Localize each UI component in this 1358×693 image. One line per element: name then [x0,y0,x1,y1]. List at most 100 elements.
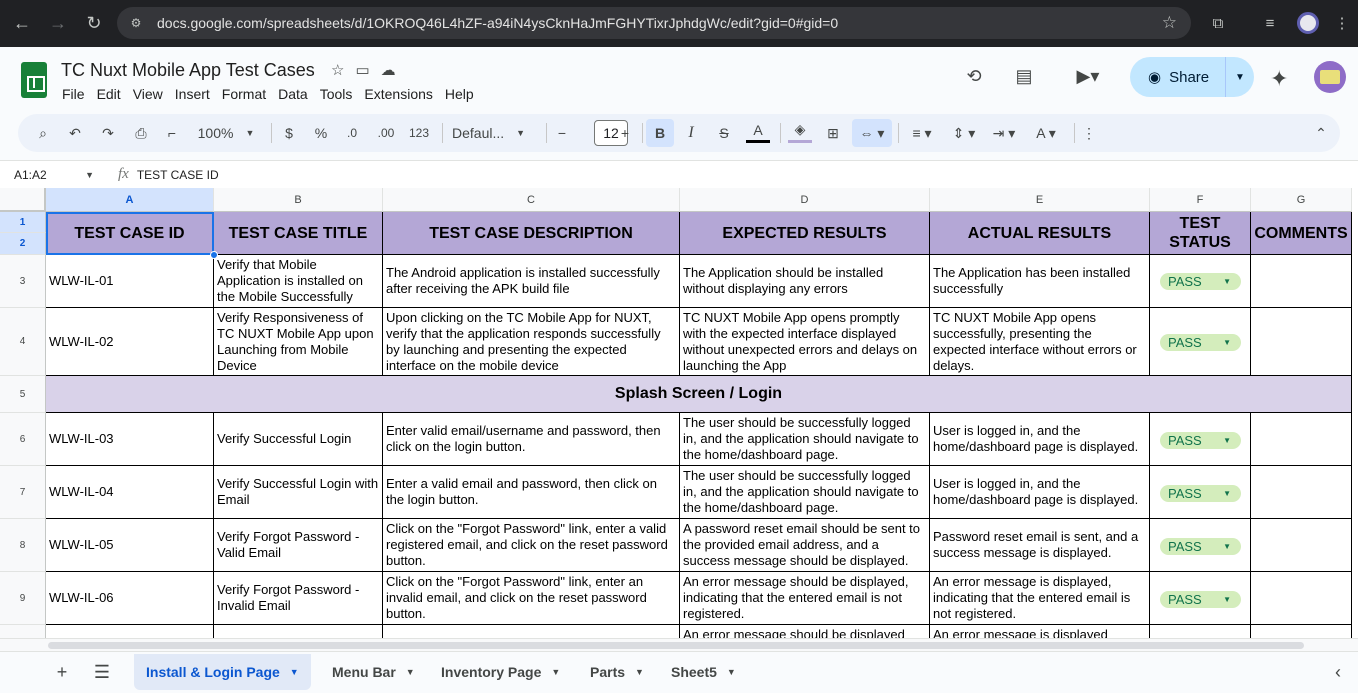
document-title[interactable]: TC Nuxt Mobile App Test Cases [61,60,315,81]
cell-title[interactable]: Verify that Mobile Application is instal… [214,255,383,308]
header-test-status[interactable]: TEST STATUS [1150,212,1251,255]
text-rotation-icon[interactable]: A ▾ [1028,119,1064,147]
cell-id[interactable]: WLW-IL-06 [46,572,214,625]
status-chip[interactable]: PASS ▼ [1160,485,1241,502]
column-header-c[interactable]: C [383,188,680,212]
tab-install-login-page[interactable]: Install & Login Page ▼ [134,654,311,690]
site-settings-icon[interactable]: ⚙ [127,14,145,32]
cell-actual[interactable]: The Application has been installed succe… [930,255,1150,308]
cell-id[interactable]: WLW-IL-03 [46,413,214,466]
section-title[interactable]: Splash Screen / Login [46,376,1352,413]
cell-id[interactable]: WLW-IL-04 [46,466,214,519]
cell-expected[interactable]: TC NUXT Mobile App opens promptly with t… [680,308,930,376]
cell-description[interactable]: Enter valid email/username and password,… [383,413,680,466]
status-chip[interactable]: PASS ▼ [1160,538,1241,555]
currency-format-button[interactable]: $ [280,119,298,147]
column-header-d[interactable]: D [680,188,930,212]
text-color-button[interactable]: A [746,119,770,143]
comments-icon[interactable]: ▤ [1011,63,1037,89]
merge-cells-icon[interactable]: ⇔ ▾ [852,119,892,147]
cell-title[interactable]: Verify Forgot Password - Valid Email [214,519,383,572]
address-bar[interactable]: ⚙ docs.google.com/spreadsheets/d/1OKROQ4… [117,7,1191,39]
meet-icon[interactable]: ▶▾ [1066,63,1110,89]
column-header-g[interactable]: G [1251,188,1352,212]
cell-description[interactable]: Click on the "Forgot Password" link, ent… [383,519,680,572]
cell-expected[interactable]: A password reset email should be sent to… [680,519,930,572]
more-options-icon[interactable]: ⋮ [1080,119,1098,147]
gemini-icon[interactable]: ✦ [1270,66,1288,92]
scrollbar-thumb[interactable] [48,642,1304,649]
cell-id[interactable]: WLW-IL-01 [46,255,214,308]
cell-actual[interactable]: TC NUXT Mobile App opens successfully, p… [930,308,1150,376]
cell-comments[interactable] [1251,255,1352,308]
row-header-7[interactable]: 7 [0,466,46,519]
strikethrough-button[interactable]: S [713,119,735,147]
select-all-corner[interactable] [0,188,46,212]
version-history-icon[interactable]: ⟲ [961,63,987,89]
cell-actual[interactable]: Password reset email is sent, and a succ… [930,519,1150,572]
cell-status[interactable] [1150,625,1251,638]
row-header-8[interactable]: 8 [0,519,46,572]
cell-expected[interactable]: The Application should be installed with… [680,255,930,308]
forward-icon[interactable]: → [43,8,73,38]
menu-file[interactable]: File [62,84,91,104]
header-test-case-title[interactable]: TEST CASE TITLE [214,212,383,255]
bookmark-star-icon[interactable]: ☆ [1162,13,1177,33]
reload-icon[interactable]: ↻ [79,8,109,38]
cell-expected[interactable]: An error message should be displayed, in… [680,572,930,625]
header-expected-results[interactable]: EXPECTED RESULTS [680,212,930,255]
cell-actual[interactable]: User is logged in, and the home/dashboar… [930,466,1150,519]
percent-format-button[interactable]: % [311,119,331,147]
zoom-select[interactable]: 100% ▼ [194,119,258,147]
horizontal-align-icon[interactable]: ≡ ▾ [904,119,940,147]
cell-comments[interactable] [1251,572,1352,625]
cell-description[interactable]: Enter a valid email and password, then c… [383,466,680,519]
header-test-case-description[interactable]: TEST CASE DESCRIPTION [383,212,680,255]
decrease-decimal-button[interactable]: .0 [340,119,364,147]
increase-decimal-button[interactable]: .00 [372,119,400,147]
share-dropdown-icon[interactable]: ▼ [1226,72,1254,83]
move-folder-icon[interactable]: ▭ [355,61,369,79]
tab-parts[interactable]: Parts ▼ [578,654,656,690]
search-menus-icon[interactable]: ⌕ [32,119,54,147]
user-avatar[interactable] [1314,61,1346,93]
redo-icon[interactable]: ↷ [97,119,119,147]
cell-comments[interactable] [1251,625,1352,638]
cell-comments[interactable] [1251,308,1352,376]
status-chip[interactable]: PASS ▼ [1160,273,1241,290]
cell-title[interactable]: Verify Forgot Password - Invalid Email [214,572,383,625]
paint-format-icon[interactable]: ⌐ [161,119,183,147]
cell-id[interactable]: WLW-IL-05 [46,519,214,572]
row-header-2[interactable]: 2 [0,233,46,255]
more-formats-button[interactable]: 123 [406,119,432,147]
borders-icon[interactable]: ⊞ [822,119,844,147]
media-control-icon[interactable]: ≡ [1250,8,1290,38]
tab-inventory-page[interactable]: Inventory Page ▼ [429,654,572,690]
decrease-font-size-icon[interactable]: − [554,119,570,147]
fill-color-icon[interactable]: ◈ [788,119,812,143]
cell-expected[interactable]: An error message should be displayed [680,625,930,638]
all-sheets-icon[interactable]: ☰ [90,652,114,693]
back-icon[interactable]: ← [7,8,37,38]
bold-button[interactable]: B [646,119,674,147]
column-header-e[interactable]: E [930,188,1150,212]
menu-edit[interactable]: Edit [91,84,127,104]
cell-description[interactable]: The Android application is installed suc… [383,255,680,308]
share-button[interactable]: ◉ Share ▼ [1130,57,1254,97]
tab-sheet5[interactable]: Sheet5 ▼ [659,654,748,690]
cell-actual[interactable]: An error message is displayed, indicatin… [930,572,1150,625]
menu-insert[interactable]: Insert [169,84,216,104]
name-box[interactable]: A1:A2 ▼ [0,161,100,189]
cell-expected[interactable]: The user should be successfully logged i… [680,466,930,519]
cell-actual[interactable]: User is logged in, and the home/dashboar… [930,413,1150,466]
cell-description[interactable]: Upon clicking on the TC Mobile App for N… [383,308,680,376]
cell-title[interactable]: Verify Successful Login [214,413,383,466]
increase-font-size-icon[interactable]: + [616,119,634,147]
cell-comments[interactable] [1251,413,1352,466]
add-sheet-icon[interactable]: + [50,652,74,693]
sheets-logo-icon[interactable] [21,62,47,98]
text-wrapping-icon[interactable]: ⇥ ▾ [986,119,1022,147]
cell-expected[interactable]: The user should be successfully logged i… [680,413,930,466]
extensions-icon[interactable]: ⧉ [1198,8,1238,38]
status-chip[interactable]: PASS ▼ [1160,334,1241,351]
